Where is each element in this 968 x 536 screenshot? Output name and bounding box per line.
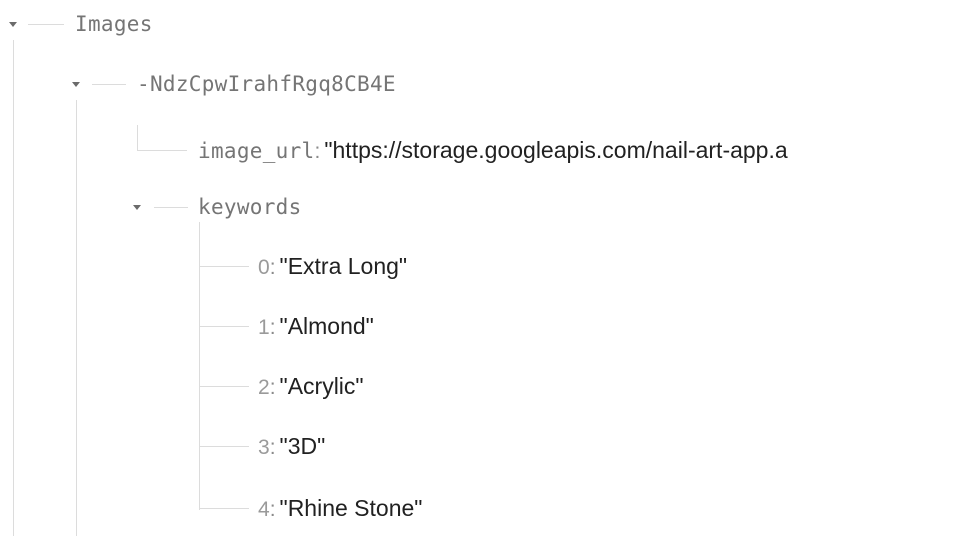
field-key: image_url — [198, 139, 315, 163]
item-index: 0 — [258, 256, 270, 279]
item-value: "3D" — [279, 433, 326, 459]
tree-connector — [199, 386, 249, 387]
tree-guide-line — [137, 125, 138, 150]
tree-connector — [199, 326, 249, 327]
item-value: "Rhine Stone" — [279, 495, 423, 521]
tree-node-keywords[interactable]: keywords — [198, 190, 302, 224]
tree-connector — [28, 24, 64, 25]
tree-connector — [154, 207, 188, 208]
tree-connector — [199, 446, 249, 447]
keyword-item[interactable]: 1: "Almond" — [258, 309, 374, 343]
tree-connector — [199, 508, 249, 509]
database-tree: Images -NdzCpwIrahfRgq8CB4E image_url: "… — [0, 0, 968, 536]
tree-guide-line — [76, 100, 77, 536]
tree-node-record[interactable]: -NdzCpwIrahfRgq8CB4E — [137, 67, 396, 101]
field-value: "https://storage.googleapis.com/nail-art… — [324, 137, 788, 163]
collapse-caret-icon[interactable] — [72, 82, 80, 87]
collapse-caret-icon[interactable] — [133, 205, 141, 210]
collapse-caret-icon[interactable] — [9, 22, 17, 27]
tree-node-images[interactable]: Images — [75, 7, 153, 41]
tree-connector — [137, 150, 187, 151]
key-value-separator: : — [269, 256, 276, 279]
item-value: "Almond" — [279, 313, 374, 339]
key-value-separator: : — [269, 316, 276, 339]
keyword-item[interactable]: 0: "Extra Long" — [258, 249, 407, 283]
item-value: "Extra Long" — [279, 253, 408, 279]
key-value-separator: : — [314, 140, 321, 163]
item-index: 2 — [258, 376, 270, 399]
item-index: 1 — [258, 316, 270, 339]
tree-connector — [92, 84, 126, 85]
node-key: keywords — [198, 195, 302, 219]
keyword-item[interactable]: 2: "Acrylic" — [258, 369, 364, 403]
key-value-separator: : — [269, 376, 276, 399]
key-value-separator: : — [269, 498, 276, 521]
tree-connector — [199, 266, 249, 267]
node-key: Images — [75, 12, 153, 36]
item-value: "Acrylic" — [279, 373, 364, 399]
tree-field-image-url[interactable]: image_url: "https://storage.googleapis.c… — [198, 133, 788, 167]
item-index: 3 — [258, 436, 270, 459]
tree-guide-line — [13, 40, 14, 536]
keyword-item[interactable]: 4: "Rhine Stone" — [258, 491, 422, 525]
node-key: -NdzCpwIrahfRgq8CB4E — [137, 72, 396, 96]
item-index: 4 — [258, 498, 270, 521]
keyword-item[interactable]: 3: "3D" — [258, 429, 325, 463]
key-value-separator: : — [269, 436, 276, 459]
